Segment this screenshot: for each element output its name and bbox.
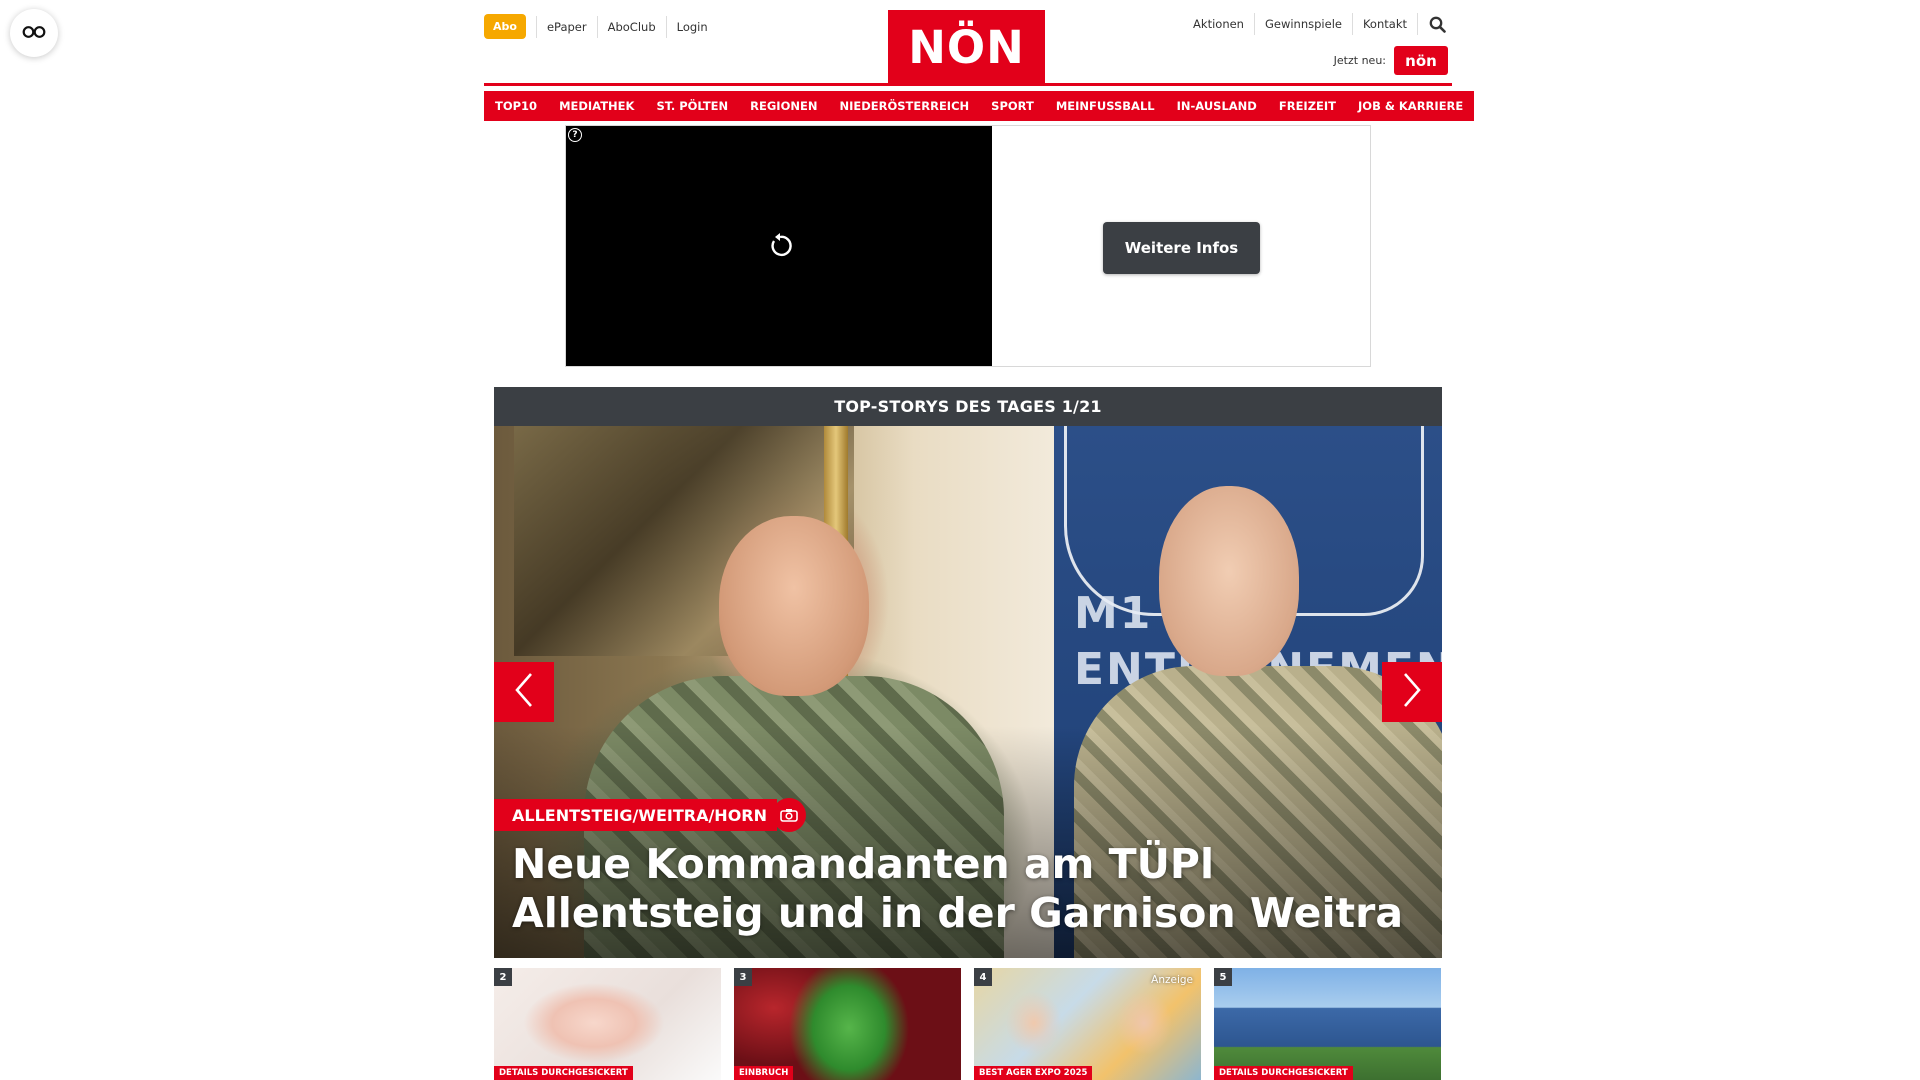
aktionen-link[interactable]: Aktionen [1183, 13, 1255, 35]
question-icon[interactable]: ? [568, 128, 582, 142]
nav-item-regionen[interactable]: REGIONEN [739, 91, 829, 121]
nav-item-st-poelten[interactable]: ST. PÖLTEN [645, 91, 740, 121]
jetzt-neu-promo[interactable]: Jetzt neu: nön [1334, 46, 1448, 75]
gewinnspiele-link[interactable]: Gewinnspiele [1255, 13, 1353, 35]
header-divider [484, 83, 1452, 86]
main-nav: TOP10 MEDIATHEK ST. PÖLTEN REGIONEN NIED… [484, 91, 1475, 121]
ad-video-player[interactable]: ? [566, 126, 992, 366]
story-thumbnails: 2 DETAILS DURCHGESICKERT 3 EINBRUCH 4 An… [494, 968, 1442, 1080]
top-nav-right: Aktionen Gewinnspiele Kontakt [1183, 11, 1452, 37]
nav-item-meinfussball[interactable]: MEINFUSSBALL [1044, 91, 1166, 121]
ad-banner: ? Weitere Infos [565, 125, 1371, 367]
nav-item-niederoesterreich[interactable]: NIEDERÖSTERREICH [828, 91, 981, 121]
jetzt-neu-badge[interactable]: nön [1394, 46, 1448, 75]
hero-person-left-face [719, 516, 869, 696]
story-number: 3 [734, 968, 752, 986]
chevron-right-icon [1401, 672, 1423, 712]
story-tag: DETAILS DURCHGESICKERT [1214, 1066, 1353, 1080]
hero-carousel[interactable]: M1 ONENTRAINEMENT ALLENTSTEIG/WEITRA/HOR… [494, 426, 1442, 958]
hero-category-tag[interactable]: ALLENTSTEIG/WEITRA/HORN [494, 799, 777, 831]
nav-item-freizeit[interactable]: FREIZEIT [1267, 91, 1348, 121]
nav-item-mediathek[interactable]: MEDIATHEK [548, 91, 646, 121]
nav-item-top10[interactable]: TOP10 [484, 91, 549, 121]
story-number: 5 [1214, 968, 1232, 986]
top-nav-left: Abo ePaper AboClub Login [484, 14, 718, 39]
carousel-prev-button[interactable] [494, 662, 554, 722]
abo-button[interactable]: Abo [484, 14, 526, 39]
story-tag: BEST AGER EXPO 2025 [974, 1066, 1093, 1080]
story-thumbnail[interactable]: 2 DETAILS DURCHGESICKERT [494, 968, 721, 1080]
hero-person-right-face [1159, 486, 1299, 676]
site-logo[interactable]: NÖN [888, 10, 1045, 85]
story-tag: EINBRUCH [734, 1066, 794, 1080]
nav-item-job-karriere[interactable]: JOB & KARRIERE [1347, 91, 1475, 121]
story-number: 4 [974, 968, 992, 986]
carousel-next-button[interactable] [1382, 662, 1442, 722]
nav-item-sport[interactable]: SPORT [980, 91, 1045, 121]
story-thumbnail[interactable]: 5 DETAILS DURCHGESICKERT [1214, 968, 1441, 1080]
ad-label: Anzeige [1151, 974, 1193, 986]
story-tag: DETAILS DURCHGESICKERT [494, 1066, 633, 1080]
aboclub-link[interactable]: AboClub [596, 15, 666, 38]
ad-more-info-button[interactable]: Weitere Infos [1103, 222, 1260, 274]
chevron-left-icon [513, 672, 535, 712]
search-icon[interactable] [1422, 11, 1452, 37]
glasses-icon [22, 24, 46, 43]
camera-icon [772, 798, 806, 832]
nav-item-in-ausland[interactable]: IN-AUSLAND [1165, 91, 1268, 121]
epaper-link[interactable]: ePaper [535, 15, 597, 38]
logo-text: NÖN [908, 21, 1025, 74]
login-link[interactable]: Login [665, 15, 718, 38]
kontakt-link[interactable]: Kontakt [1353, 13, 1418, 35]
accessibility-button[interactable] [10, 9, 58, 57]
top-stories-header: TOP-STORYS DES TAGES 1/21 [494, 387, 1442, 426]
site-header: Abo ePaper AboClub Login NÖN Aktionen Ge… [484, 0, 1452, 85]
story-number: 2 [494, 968, 512, 986]
jetzt-neu-label: Jetzt neu: [1333, 54, 1386, 67]
hero-headline[interactable]: Neue Kommandanten am TÜPl Allentsteig un… [512, 840, 1432, 938]
story-thumbnail[interactable]: 4 Anzeige BEST AGER EXPO 2025 [974, 968, 1201, 1080]
replay-icon[interactable] [765, 231, 795, 261]
story-thumbnail[interactable]: 3 EINBRUCH [734, 968, 961, 1080]
